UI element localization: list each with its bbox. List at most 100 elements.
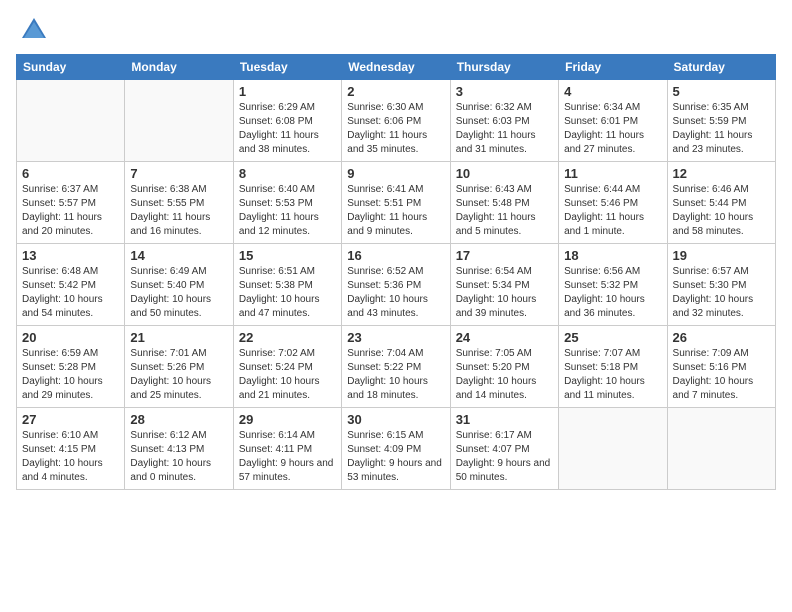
day-number: 31 xyxy=(456,412,553,427)
day-info: Sunrise: 6:52 AM Sunset: 5:36 PM Dayligh… xyxy=(347,265,444,321)
day-header-friday: Friday xyxy=(559,55,667,80)
day-number: 30 xyxy=(347,412,444,427)
day-info: Sunrise: 6:41 AM Sunset: 5:51 PM Dayligh… xyxy=(347,183,444,239)
logo xyxy=(16,16,48,44)
day-number: 16 xyxy=(347,248,444,263)
day-info: Sunrise: 6:44 AM Sunset: 5:46 PM Dayligh… xyxy=(564,183,661,239)
day-info: Sunrise: 6:46 AM Sunset: 5:44 PM Dayligh… xyxy=(673,183,770,239)
day-info: Sunrise: 6:54 AM Sunset: 5:34 PM Dayligh… xyxy=(456,265,553,321)
calendar-cell: 3 Sunrise: 6:32 AM Sunset: 6:03 PM Daylig… xyxy=(450,80,558,162)
day-info: Sunrise: 6:51 AM Sunset: 5:38 PM Dayligh… xyxy=(239,265,336,321)
day-info: Sunrise: 6:49 AM Sunset: 5:40 PM Dayligh… xyxy=(130,265,227,321)
calendar-cell xyxy=(667,408,775,490)
day-number: 29 xyxy=(239,412,336,427)
logo-icon xyxy=(20,16,48,44)
day-info: Sunrise: 6:29 AM Sunset: 6:08 PM Dayligh… xyxy=(239,101,336,157)
day-number: 20 xyxy=(22,330,119,345)
calendar-week-2: 6 Sunrise: 6:37 AM Sunset: 5:57 PM Daylig… xyxy=(17,162,776,244)
day-info: Sunrise: 6:32 AM Sunset: 6:03 PM Dayligh… xyxy=(456,101,553,157)
calendar-week-4: 20 Sunrise: 6:59 AM Sunset: 5:28 PM Dayli… xyxy=(17,326,776,408)
calendar-cell: 12 Sunrise: 6:46 AM Sunset: 5:44 PM Dayli… xyxy=(667,162,775,244)
day-info: Sunrise: 6:14 AM Sunset: 4:11 PM Dayligh… xyxy=(239,429,336,485)
day-info: Sunrise: 6:40 AM Sunset: 5:53 PM Dayligh… xyxy=(239,183,336,239)
calendar-cell: 14 Sunrise: 6:49 AM Sunset: 5:40 PM Dayli… xyxy=(125,244,233,326)
calendar-cell: 18Sunrise: 6:56 AM Sunset: 5:32 PM Dayli… xyxy=(559,244,667,326)
calendar-cell: 28 Sunrise: 6:12 AM Sunset: 4:13 PM Dayli… xyxy=(125,408,233,490)
day-header-monday: Monday xyxy=(125,55,233,80)
calendar-cell: 11 Sunrise: 6:44 AM Sunset: 5:46 PM Dayli… xyxy=(559,162,667,244)
calendar-cell xyxy=(125,80,233,162)
calendar-cell: 1 Sunrise: 6:29 AM Sunset: 6:08 PM Daylig… xyxy=(233,80,341,162)
calendar-cell: 20 Sunrise: 6:59 AM Sunset: 5:28 PM Dayli… xyxy=(17,326,125,408)
day-number: 22 xyxy=(239,330,336,345)
day-header-tuesday: Tuesday xyxy=(233,55,341,80)
day-header-thursday: Thursday xyxy=(450,55,558,80)
day-info: Sunrise: 7:05 AM Sunset: 5:20 PM Dayligh… xyxy=(456,347,553,403)
day-number: 5 xyxy=(673,84,770,99)
day-info: Sunrise: 7:01 AM Sunset: 5:26 PM Dayligh… xyxy=(130,347,227,403)
day-info: Sunrise: 6:59 AM Sunset: 5:28 PM Dayligh… xyxy=(22,347,119,403)
calendar-cell: 6 Sunrise: 6:37 AM Sunset: 5:57 PM Daylig… xyxy=(17,162,125,244)
calendar-cell: 31 Sunrise: 6:17 AM Sunset: 4:07 PM Dayli… xyxy=(450,408,558,490)
day-number: 15 xyxy=(239,248,336,263)
calendar-cell: 2Sunrise: 6:30 AM Sunset: 6:06 PM Daylig… xyxy=(342,80,450,162)
day-info: Sunrise: 6:57 AM Sunset: 5:30 PM Dayligh… xyxy=(673,265,770,321)
day-number: 2 xyxy=(347,84,444,99)
calendar-week-3: 13Sunrise: 6:48 AM Sunset: 5:42 PM Dayli… xyxy=(17,244,776,326)
day-number: 8 xyxy=(239,166,336,181)
calendar-week-5: 27 Sunrise: 6:10 AM Sunset: 4:15 PM Dayli… xyxy=(17,408,776,490)
day-info: Sunrise: 6:12 AM Sunset: 4:13 PM Dayligh… xyxy=(130,429,227,485)
day-number: 3 xyxy=(456,84,553,99)
day-info: Sunrise: 6:56 AM Sunset: 5:32 PM Dayligh… xyxy=(564,265,661,321)
day-number: 7 xyxy=(130,166,227,181)
day-number: 27 xyxy=(22,412,119,427)
day-info: Sunrise: 6:17 AM Sunset: 4:07 PM Dayligh… xyxy=(456,429,553,485)
day-info: Sunrise: 6:38 AM Sunset: 5:55 PM Dayligh… xyxy=(130,183,227,239)
calendar-cell: 16 Sunrise: 6:52 AM Sunset: 5:36 PM Dayli… xyxy=(342,244,450,326)
page-header xyxy=(16,16,776,44)
calendar-cell: 25Sunrise: 7:07 AM Sunset: 5:18 PM Dayli… xyxy=(559,326,667,408)
calendar-cell: 26Sunrise: 7:09 AM Sunset: 5:16 PM Dayli… xyxy=(667,326,775,408)
day-number: 6 xyxy=(22,166,119,181)
day-number: 12 xyxy=(673,166,770,181)
day-number: 28 xyxy=(130,412,227,427)
day-info: Sunrise: 6:43 AM Sunset: 5:48 PM Dayligh… xyxy=(456,183,553,239)
day-number: 1 xyxy=(239,84,336,99)
calendar-cell: 7 Sunrise: 6:38 AM Sunset: 5:55 PM Daylig… xyxy=(125,162,233,244)
calendar-cell: 10 Sunrise: 6:43 AM Sunset: 5:48 PM Dayli… xyxy=(450,162,558,244)
calendar-cell xyxy=(559,408,667,490)
day-header-sunday: Sunday xyxy=(17,55,125,80)
day-number: 17 xyxy=(456,248,553,263)
day-header-wednesday: Wednesday xyxy=(342,55,450,80)
calendar-cell: 22Sunrise: 7:02 AM Sunset: 5:24 PM Dayli… xyxy=(233,326,341,408)
calendar-week-1: 1 Sunrise: 6:29 AM Sunset: 6:08 PM Daylig… xyxy=(17,80,776,162)
day-info: Sunrise: 6:34 AM Sunset: 6:01 PM Dayligh… xyxy=(564,101,661,157)
day-number: 24 xyxy=(456,330,553,345)
day-number: 25 xyxy=(564,330,661,345)
day-info: Sunrise: 6:37 AM Sunset: 5:57 PM Dayligh… xyxy=(22,183,119,239)
day-info: Sunrise: 6:15 AM Sunset: 4:09 PM Dayligh… xyxy=(347,429,444,485)
day-number: 14 xyxy=(130,248,227,263)
day-number: 23 xyxy=(347,330,444,345)
calendar-table: SundayMondayTuesdayWednesdayThursdayFrid… xyxy=(16,54,776,490)
calendar-cell: 19Sunrise: 6:57 AM Sunset: 5:30 PM Dayli… xyxy=(667,244,775,326)
calendar-cell: 23 Sunrise: 7:04 AM Sunset: 5:22 PM Dayli… xyxy=(342,326,450,408)
day-header-saturday: Saturday xyxy=(667,55,775,80)
day-number: 10 xyxy=(456,166,553,181)
calendar-cell: 8 Sunrise: 6:40 AM Sunset: 5:53 PM Daylig… xyxy=(233,162,341,244)
calendar-cell: 15 Sunrise: 6:51 AM Sunset: 5:38 PM Dayli… xyxy=(233,244,341,326)
calendar-cell: 17 Sunrise: 6:54 AM Sunset: 5:34 PM Dayli… xyxy=(450,244,558,326)
calendar-cell: 5 Sunrise: 6:35 AM Sunset: 5:59 PM Daylig… xyxy=(667,80,775,162)
day-info: Sunrise: 6:35 AM Sunset: 5:59 PM Dayligh… xyxy=(673,101,770,157)
calendar-cell: 4Sunrise: 6:34 AM Sunset: 6:01 PM Daylig… xyxy=(559,80,667,162)
day-info: Sunrise: 6:48 AM Sunset: 5:42 PM Dayligh… xyxy=(22,265,119,321)
day-info: Sunrise: 7:04 AM Sunset: 5:22 PM Dayligh… xyxy=(347,347,444,403)
calendar-cell: 13Sunrise: 6:48 AM Sunset: 5:42 PM Dayli… xyxy=(17,244,125,326)
calendar-cell: 24 Sunrise: 7:05 AM Sunset: 5:20 PM Dayli… xyxy=(450,326,558,408)
day-number: 11 xyxy=(564,166,661,181)
calendar-cell: 27 Sunrise: 6:10 AM Sunset: 4:15 PM Dayli… xyxy=(17,408,125,490)
calendar-cell: 21Sunrise: 7:01 AM Sunset: 5:26 PM Dayli… xyxy=(125,326,233,408)
day-number: 26 xyxy=(673,330,770,345)
calendar-header-row: SundayMondayTuesdayWednesdayThursdayFrid… xyxy=(17,55,776,80)
day-info: Sunrise: 6:10 AM Sunset: 4:15 PM Dayligh… xyxy=(22,429,119,485)
